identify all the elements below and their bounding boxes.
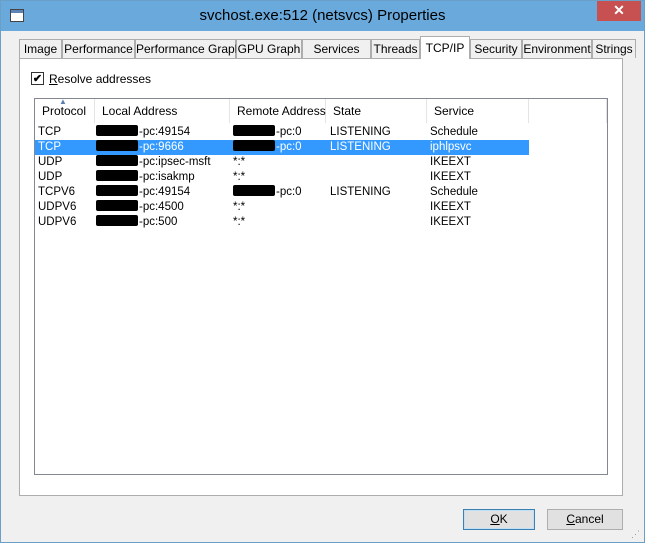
- column-header-local-address[interactable]: Local Address: [95, 99, 230, 123]
- tab-strings[interactable]: Strings: [592, 39, 636, 58]
- tab-threads[interactable]: Threads: [371, 39, 420, 58]
- column-header-remote-address[interactable]: Remote Address: [230, 99, 326, 123]
- title-bar[interactable]: svchost.exe:512 (netsvcs) Properties ✕: [1, 1, 644, 31]
- cell-local: -pc:4500: [96, 200, 184, 215]
- cell-protocol: TCP: [38, 141, 61, 153]
- cell-remote: *:*: [233, 156, 246, 168]
- redaction-mark: [96, 155, 138, 166]
- tcpip-panel: ✔ Resolve addresses Protocol ▲ Local Addre…: [19, 58, 623, 496]
- redaction-mark: [96, 200, 138, 211]
- cell-remote: -pc:0: [233, 125, 302, 140]
- cell-protocol: TCP: [38, 126, 61, 138]
- cell-service: IKEEXT: [430, 171, 471, 183]
- table-row[interactable]: TCP -pc:49154 -pc:0 LISTENING Schedule: [35, 125, 529, 140]
- list-header: Protocol ▲ Local Address Remote Address Stat…: [35, 99, 607, 123]
- window-title: svchost.exe:512 (netsvcs) Properties: [199, 7, 446, 24]
- cell-service: iphlpsvc: [430, 141, 472, 153]
- cell-local: -pc:isakmp: [96, 170, 195, 185]
- resolve-addresses-label[interactable]: Resolve addresses: [49, 72, 151, 86]
- cell-local: -pc:9666: [96, 140, 184, 155]
- tab-environment[interactable]: Environment: [522, 39, 592, 58]
- cell-local: -pc:500: [96, 215, 177, 230]
- cell-remote: -pc:0: [233, 140, 302, 155]
- tab-gpu-graph[interactable]: GPU Graph: [236, 39, 302, 58]
- redaction-mark: [233, 185, 275, 196]
- cell-local: -pc:49154: [96, 185, 190, 200]
- tab-image[interactable]: Image: [19, 39, 62, 58]
- tab-tcp-ip[interactable]: TCP/IP: [420, 36, 470, 59]
- column-header-state[interactable]: State: [326, 99, 427, 123]
- redaction-mark: [96, 140, 138, 151]
- resize-grip-icon[interactable]: ⋰: [631, 529, 641, 539]
- cell-service: IKEEXT: [430, 216, 471, 228]
- redaction-mark: [96, 125, 138, 136]
- cell-state: LISTENING: [330, 186, 391, 198]
- tab-security[interactable]: Security: [470, 39, 522, 58]
- redaction-mark: [96, 185, 138, 196]
- ok-button[interactable]: OK: [463, 509, 535, 530]
- cell-state: LISTENING: [330, 141, 391, 153]
- cell-service: IKEEXT: [430, 156, 471, 168]
- column-header-filler: [529, 99, 607, 123]
- table-row[interactable]: UDP -pc:ipsec-msft *:* IKEEXT: [35, 155, 529, 170]
- close-button[interactable]: ✕: [597, 1, 641, 21]
- cell-remote: *:*: [233, 171, 246, 183]
- resolve-addresses-checkbox[interactable]: ✔: [31, 72, 44, 85]
- redaction-mark: [96, 215, 138, 226]
- cell-protocol: UDPV6: [38, 201, 77, 213]
- sort-ascending-icon: ▲: [59, 98, 67, 106]
- table-row[interactable]: TCP -pc:9666 -pc:0 LISTENING iphlpsvc: [35, 140, 529, 155]
- table-row[interactable]: TCPV6 -pc:49154 -pc:0 LISTENING Schedule: [35, 185, 529, 200]
- table-row[interactable]: UDPV6 -pc:4500 *:* IKEEXT: [35, 200, 529, 215]
- cell-local: -pc:49154: [96, 125, 190, 140]
- table-row[interactable]: UDP -pc:isakmp *:* IKEEXT: [35, 170, 529, 185]
- connections-list[interactable]: Protocol ▲ Local Address Remote Address Stat…: [34, 98, 608, 475]
- cancel-button[interactable]: Cancel: [547, 509, 623, 530]
- column-header-protocol[interactable]: Protocol ▲: [35, 99, 95, 123]
- tab-performance[interactable]: Performance: [62, 39, 135, 58]
- table-row[interactable]: UDPV6 -pc:500 *:* IKEEXT: [35, 215, 529, 230]
- redaction-mark: [233, 140, 275, 151]
- cell-service: Schedule: [430, 186, 478, 198]
- tab-performance-graph[interactable]: Performance Graph: [135, 39, 241, 58]
- column-header-service[interactable]: Service: [427, 99, 529, 123]
- cell-protocol: UDPV6: [38, 216, 77, 228]
- cell-protocol: TCPV6: [38, 186, 76, 198]
- cell-service: Schedule: [430, 126, 478, 138]
- properties-window: svchost.exe:512 (netsvcs) Properties ✕ I…: [0, 0, 645, 543]
- cell-remote: *:*: [233, 216, 246, 228]
- tab-services[interactable]: Services: [302, 39, 371, 58]
- cell-state: LISTENING: [330, 126, 391, 138]
- redaction-mark: [233, 125, 275, 136]
- cell-protocol: UDP: [38, 171, 63, 183]
- cell-service: IKEEXT: [430, 201, 471, 213]
- cell-local: -pc:ipsec-msft: [96, 155, 211, 170]
- cell-remote: *:*: [233, 201, 246, 213]
- redaction-mark: [96, 170, 138, 181]
- cell-protocol: UDP: [38, 156, 63, 168]
- cell-remote: -pc:0: [233, 185, 302, 200]
